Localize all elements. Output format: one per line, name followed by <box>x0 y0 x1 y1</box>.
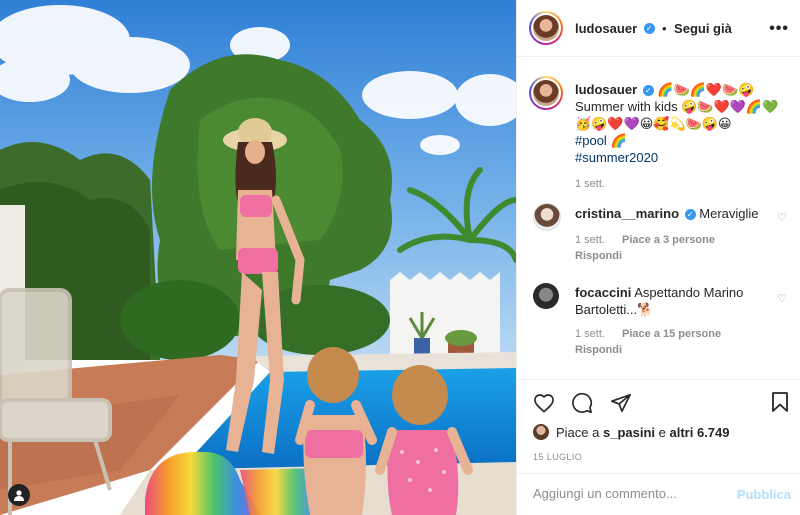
follow-status-button[interactable]: Segui già <box>674 21 732 36</box>
hashtag-emoji: 🌈 <box>610 133 627 148</box>
likes-user[interactable]: s_pasini <box>603 425 655 440</box>
likes-prefix: Piace a <box>556 425 600 440</box>
author-avatar[interactable] <box>529 11 563 45</box>
comment-icon[interactable] <box>571 392 593 414</box>
comment-like-heart-icon[interactable]: ♡ <box>777 292 787 305</box>
caption: ludosauer ✓ 🌈🍉🌈❤️🍉🤪 Summer with kids 🤪🍉❤… <box>575 81 789 190</box>
comment-text: Meraviglie <box>699 206 759 221</box>
header-separator: • <box>662 21 667 36</box>
photo-illustration <box>0 0 516 515</box>
caption-emoji-row: 🥳🤪❤️💜😀🥰💫🍉🤪😀 <box>575 116 732 131</box>
comment-time[interactable]: 1 sett. <box>575 328 605 340</box>
caption-username[interactable]: ludosauer <box>575 82 637 97</box>
liker-avatar[interactable] <box>533 424 549 440</box>
add-comment-bar: Pubblica <box>517 473 800 515</box>
more-options-icon[interactable]: ••• <box>769 20 789 38</box>
verified-badge-icon: ✓ <box>642 85 654 97</box>
likes-summary: Piace a s_pasini e altri 6.749 <box>556 425 730 440</box>
post-photo[interactable] <box>0 0 516 515</box>
verified-badge-icon: ✓ <box>643 23 655 35</box>
reply-button[interactable]: Rispondi <box>575 250 775 262</box>
comment-likes[interactable]: Piace a 15 persone <box>622 328 721 340</box>
user-tag-icon <box>14 490 24 501</box>
user-tag-button[interactable] <box>8 484 30 506</box>
hashtag-pool[interactable]: #pool <box>575 133 607 148</box>
comment-item: cristina__marino ✓ Meraviglie 1 sett. Pi… <box>575 205 775 262</box>
comment-username[interactable]: cristina__marino <box>575 206 679 221</box>
author-username[interactable]: ludosauer <box>575 21 637 36</box>
caption-author-avatar[interactable] <box>529 76 563 110</box>
comments-section: ludosauer ✓ 🌈🍉🌈❤️🍉🤪 Summer with kids 🤪🍉❤… <box>517 57 800 379</box>
post-header: ludosauer ✓ • Segui già ••• <box>517 0 800 57</box>
comment-username[interactable]: focaccini <box>575 285 631 300</box>
post-actions: Piace a s_pasini e altri 6.749 15 LUGLIO <box>517 379 800 473</box>
caption-line: Summer with kids 🤪🍉❤️💜🌈💚 <box>575 99 779 114</box>
publish-button[interactable]: Pubblica <box>737 487 791 502</box>
post-date[interactable]: 15 LUGLIO <box>533 452 582 462</box>
comment-item: focaccini Aspettando Marino Bartoletti..… <box>575 284 775 356</box>
heart-icon[interactable] <box>533 393 555 413</box>
comment-time[interactable]: 1 sett. <box>575 234 605 246</box>
hashtag-summer2020[interactable]: #summer2020 <box>575 149 789 166</box>
post-detail-panel: ludosauer ✓ • Segui già ••• ludosauer ✓ … <box>516 0 800 515</box>
comment-likes[interactable]: Piace a 3 persone <box>622 234 715 246</box>
verified-badge-icon: ✓ <box>684 209 696 221</box>
reply-button[interactable]: Rispondi <box>575 344 775 356</box>
caption-time[interactable]: 1 sett. <box>575 178 789 190</box>
caption-emoji-line: 🌈🍉🌈❤️🍉🤪 <box>657 82 755 97</box>
likes-mid: e <box>658 425 666 440</box>
comment-avatar[interactable] <box>533 283 559 309</box>
comment-like-heart-icon[interactable]: ♡ <box>777 211 787 224</box>
comment-input[interactable] <box>531 485 735 502</box>
paper-plane-icon[interactable] <box>610 392 632 414</box>
comment-avatar[interactable] <box>533 203 561 231</box>
bookmark-icon[interactable] <box>771 391 789 413</box>
likes-others[interactable]: altri 6.749 <box>670 425 730 440</box>
